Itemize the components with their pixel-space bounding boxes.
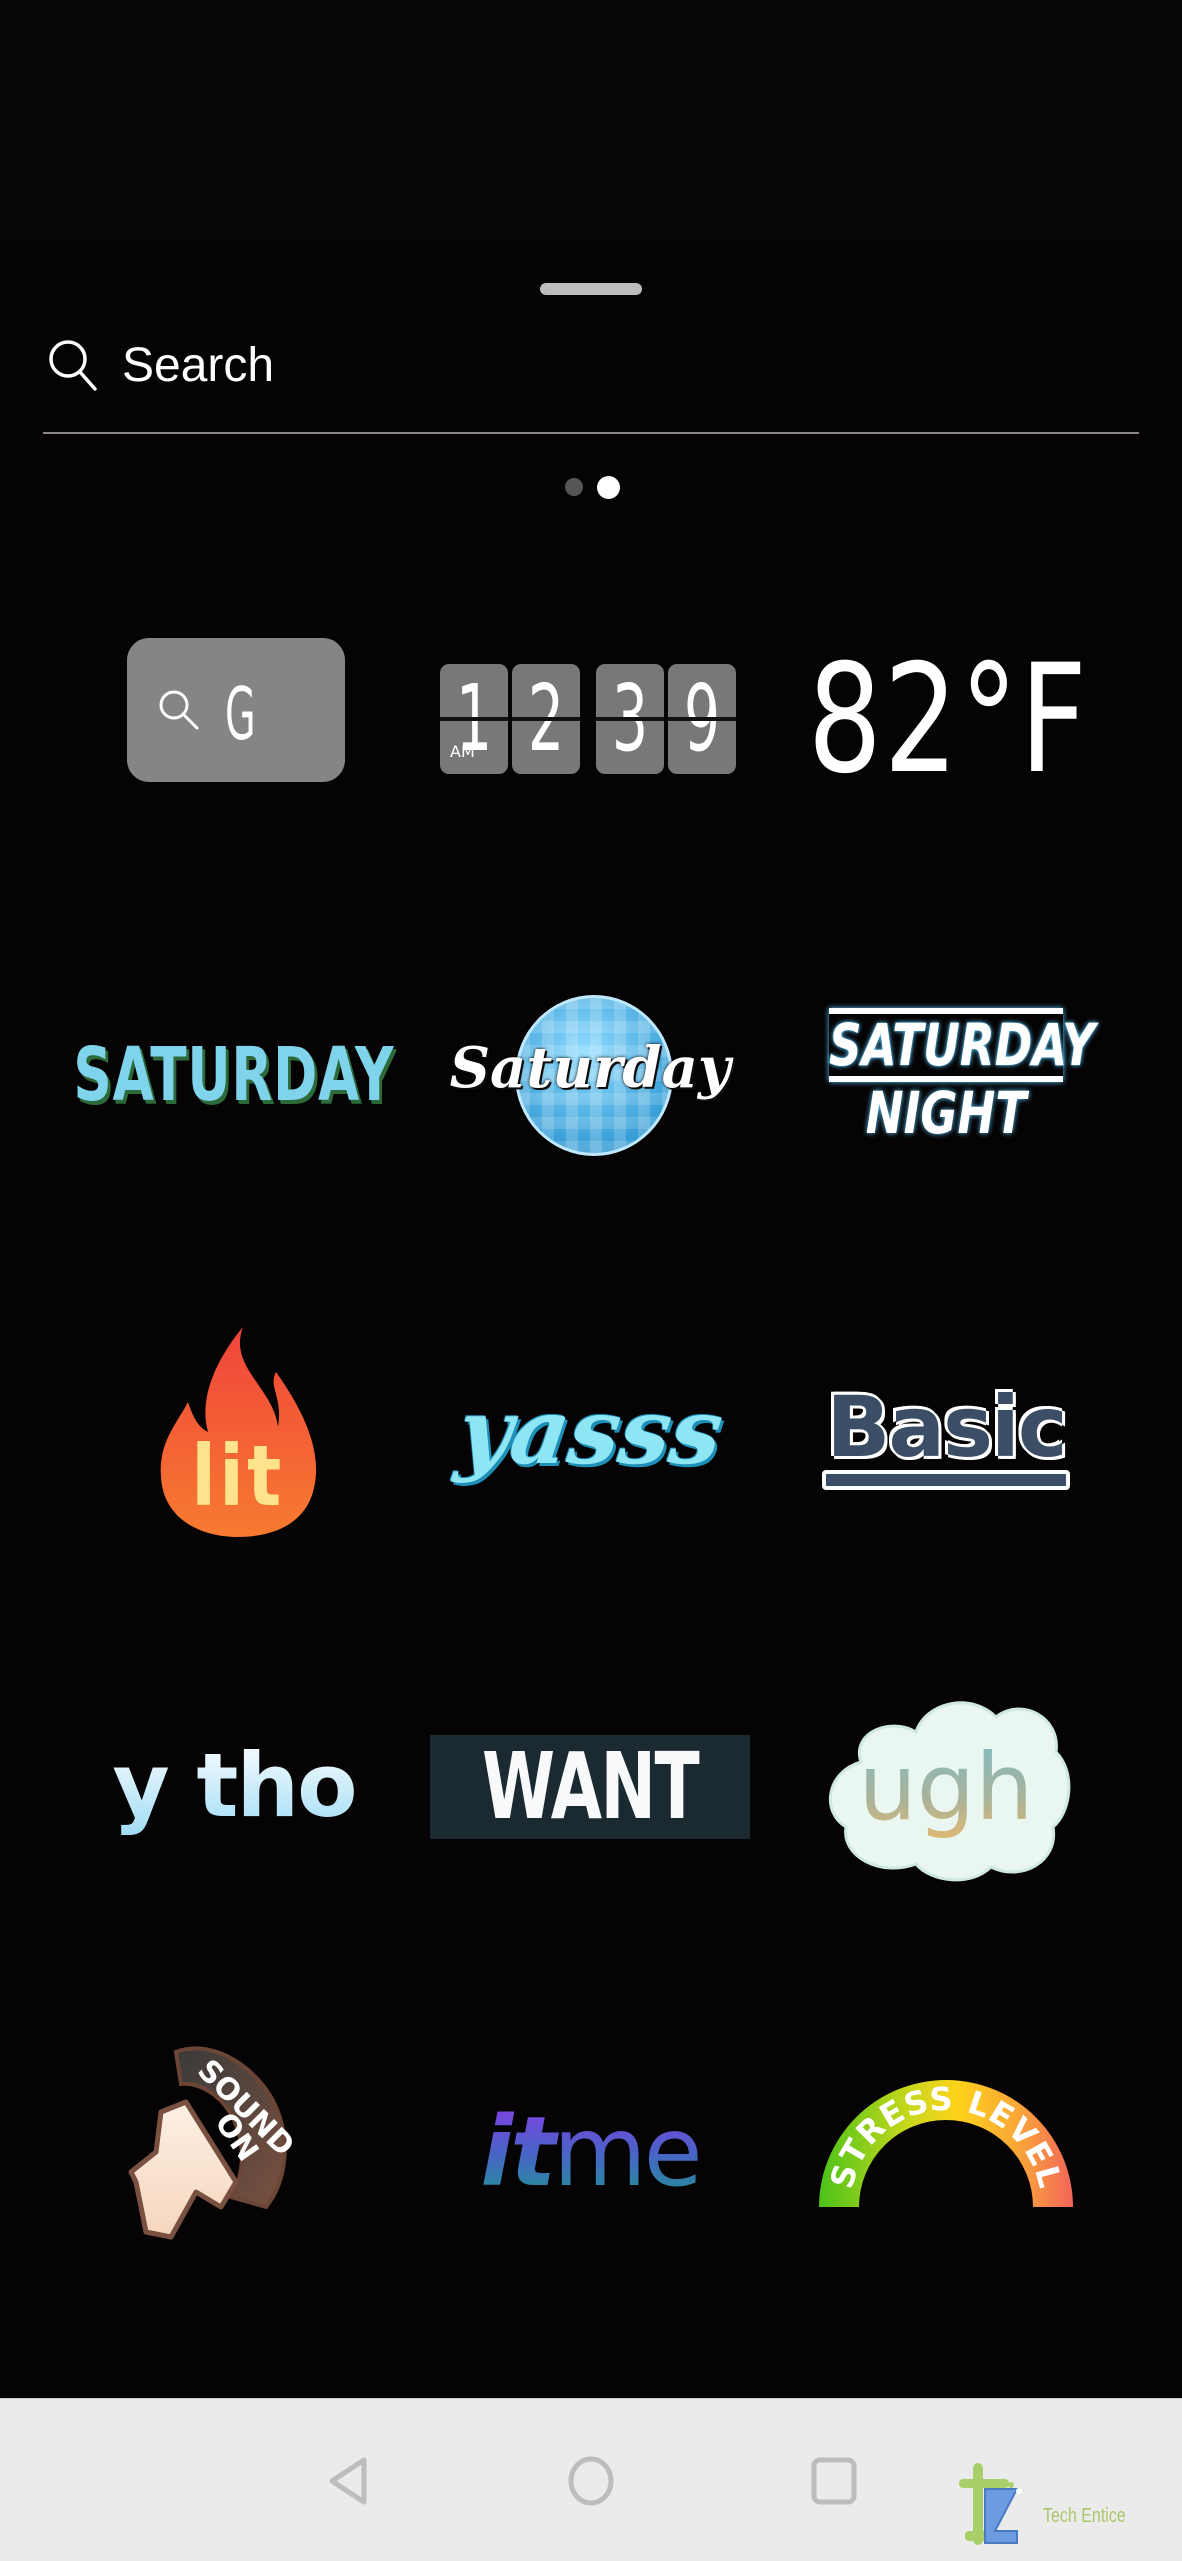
sticker-saturday-outline[interactable]: SATURDAY — [64, 925, 404, 1225]
page-dot-2-active[interactable] — [597, 476, 620, 499]
clock-tile: 2 — [512, 664, 580, 774]
clock-tile: 3 — [596, 664, 664, 774]
ugh-sticker: ugh — [821, 1692, 1071, 1882]
saturday-night-line1: SATURDAY — [829, 1008, 1095, 1082]
drag-handle[interactable] — [540, 283, 642, 295]
lit-label: lit — [191, 1427, 285, 1525]
temperature-label: 82°F — [807, 633, 1089, 807]
sound-on-sticker: SOUND ON — [126, 2032, 346, 2252]
sticker-want[interactable]: WANT — [420, 1637, 760, 1937]
sticker-lit[interactable]: lit — [68, 1282, 408, 1582]
back-button[interactable] — [326, 2456, 372, 2511]
disco-sticker: Saturday — [435, 995, 745, 1156]
rainbow-arc-icon: STRESS LEVEL — [819, 2080, 1073, 2207]
sticker-search[interactable]: G — [66, 560, 406, 860]
watermark-text: Tech Entice — [1043, 2505, 1126, 2527]
sticker-stress-level[interactable]: STRESS LEVEL — [776, 1992, 1116, 2292]
basic-sticker: Basic — [816, 1374, 1075, 1490]
watermark: Tech Entice — [955, 2461, 1165, 2551]
svg-text:STRESS LEVEL: STRESS LEVEL — [823, 2080, 1070, 2193]
sticker-saturday-night[interactable]: SATURDAY NIGHT — [776, 925, 1116, 1225]
sticker-ugh[interactable]: ugh — [776, 1637, 1116, 1937]
background-content-dimmed — [0, 0, 1182, 240]
search-icon — [49, 340, 97, 391]
want-sticker: WANT — [429, 1733, 751, 1840]
saturday-disco-label: Saturday — [449, 1035, 731, 1101]
lit-sticker: lit — [158, 1327, 318, 1537]
sticker-saturday-disco[interactable]: Saturday — [420, 925, 760, 1225]
sticker-temperature[interactable]: 82°F — [778, 570, 1118, 870]
page-dot-1[interactable] — [565, 478, 583, 496]
speaker-icon: SOUND ON — [128, 2046, 301, 2240]
system-navigation-bar: Tech Entice — [0, 2398, 1182, 2561]
stress-level-label: STRESS LEVEL — [823, 2080, 1069, 2193]
stress-level-sticker: STRESS LEVEL — [811, 2067, 1081, 2217]
saturday-label: SATURDAY — [73, 1032, 395, 1118]
recents-button[interactable] — [810, 2456, 860, 2511]
flip-clock: 1 AM 2 3 9 — [440, 664, 740, 776]
clock-digit: 3 — [611, 665, 649, 772]
it-label: it — [480, 2096, 554, 2208]
sticker-y-tho[interactable]: y tho — [64, 1635, 404, 1935]
home-icon — [568, 2456, 614, 2506]
sticker-time[interactable]: 1 AM 2 3 9 — [420, 570, 760, 870]
basic-underline — [822, 1470, 1070, 1490]
basic-label: Basic — [826, 1378, 1067, 1476]
sticker-it-me[interactable]: itme — [420, 2002, 760, 2302]
sticker-sound-on[interactable]: SOUND ON — [66, 1992, 406, 2292]
me-label: me — [553, 2096, 700, 2208]
clock-meridiem: AM — [450, 742, 475, 761]
clock-tile: 9 — [668, 664, 736, 774]
saturday-night-sticker: SATURDAY NIGHT — [796, 1008, 1096, 1142]
clock-digit: 9 — [683, 665, 721, 772]
saturday-night-line2: NIGHT — [865, 1079, 1027, 1147]
clock-digit: 2 — [527, 665, 565, 772]
yasss-label: yasss — [451, 1379, 729, 1485]
recents-icon — [811, 2457, 857, 2505]
back-icon — [329, 2457, 367, 2505]
sticker-basic[interactable]: Basic — [776, 1282, 1116, 1582]
home-button[interactable] — [566, 2456, 616, 2511]
ugh-label: ugh — [821, 1734, 1071, 1841]
search-icon — [159, 690, 199, 730]
y-tho-label: y tho — [112, 1733, 357, 1837]
search-sticker-label: G — [225, 672, 256, 756]
clock-tile: 1 AM — [440, 664, 508, 774]
sticker-yasss[interactable]: yasss — [420, 1282, 760, 1582]
tech-entice-logo-icon — [959, 2463, 1022, 2545]
page-indicator — [0, 476, 1182, 500]
search-sticker-box: G — [127, 638, 345, 782]
search-bar[interactable]: Search — [43, 320, 1139, 434]
search-input[interactable]: Search — [122, 338, 274, 393]
want-label: WANT — [481, 1733, 700, 1840]
it-me-label: itme — [480, 2096, 699, 2208]
